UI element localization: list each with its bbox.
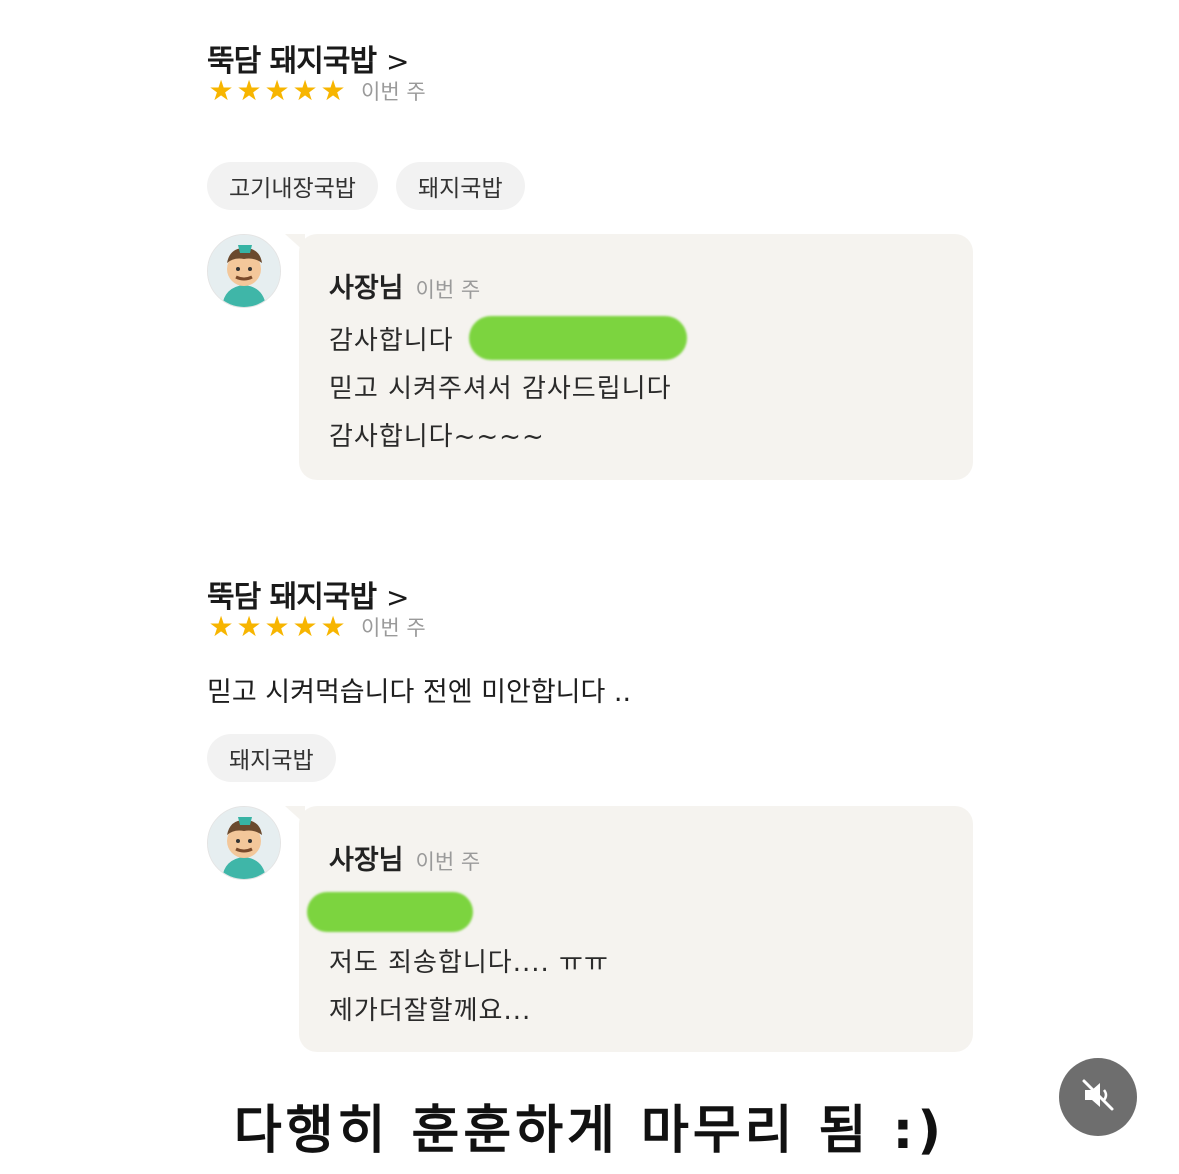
owner-name: 사장님 [329, 845, 404, 876]
menu-tag[interactable]: 돼지국밥 [207, 734, 336, 782]
star-icon: ★ [292, 74, 318, 107]
review-card: 뚝담 돼지국밥 > ★ ★ ★ ★ ★ 이번 주 고기내장국밥 돼지국밥 사장님… [207, 36, 987, 486]
reply-line: 믿고 시켜주셔서 감사드립니다 [329, 374, 672, 404]
reply-bubble: 사장님 이번 주 감사합니다 믿고 시켜주셔서 감사드립니다 감사합니다~~~~ [285, 234, 973, 480]
owner-avatar-icon [207, 806, 281, 880]
star-icon: ★ [320, 610, 346, 643]
menu-tags: 고기내장국밥 돼지국밥 [207, 162, 525, 210]
review-date: 이번 주 [361, 80, 426, 104]
reply-date: 이번 주 [415, 278, 481, 302]
bubble-tail [285, 806, 305, 824]
rating-row: ★ ★ ★ ★ ★ 이번 주 [207, 612, 426, 642]
chevron-right-icon: > [386, 581, 409, 614]
star-icon: ★ [264, 74, 290, 107]
reply-header: 사장님 이번 주 [329, 838, 480, 877]
chevron-right-icon: > [386, 45, 409, 78]
menu-tag[interactable]: 고기내장국밥 [207, 162, 378, 210]
reply-line: 감사합니다 [329, 326, 454, 356]
bubble-tail [285, 234, 305, 252]
review-date: 이번 주 [361, 616, 426, 640]
owner-name: 사장님 [329, 273, 404, 304]
rating-row: ★ ★ ★ ★ ★ 이번 주 [207, 76, 426, 106]
star-icon: ★ [208, 74, 234, 107]
star-icon: ★ [236, 74, 262, 107]
reply-date: 이번 주 [415, 850, 481, 874]
reply-line: 제가더잘할께요... [329, 996, 532, 1026]
overlay-caption: 다행히 훈훈하게 마무리 됨 :) [233, 1101, 946, 1161]
star-icon: ★ [236, 610, 262, 643]
reply-header: 사장님 이번 주 [329, 266, 480, 305]
menu-tags: 돼지국밥 [207, 734, 336, 782]
owner-reply: 사장님 이번 주 감사합니다 믿고 시켜주셔서 감사드립니다 감사합니다~~~~ [207, 234, 977, 480]
reply-line: 감사합니다~~~~ [329, 422, 545, 452]
review-card: 뚝담 돼지국밥 > ★ ★ ★ ★ ★ 이번 주 믿고 시켜먹습니다 전엔 미안합… [207, 572, 987, 1062]
menu-tag[interactable]: 돼지국밥 [395, 162, 525, 210]
owner-avatar-icon [207, 234, 281, 308]
review-text: 믿고 시켜먹습니다 전엔 미안합니다 .. [207, 677, 632, 708]
star-icon: ★ [264, 610, 290, 643]
star-icon: ★ [320, 74, 346, 107]
reply-bubble: 사장님 이번 주 저도 죄송합니다.... ㅠㅠ 제가더잘할께요... [285, 806, 973, 1052]
mute-button[interactable] [1059, 1058, 1137, 1136]
redaction-mark [469, 316, 687, 360]
owner-reply: 사장님 이번 주 저도 죄송합니다.... ㅠㅠ 제가더잘할께요... [207, 806, 977, 1054]
redaction-mark [307, 892, 473, 932]
star-icon: ★ [208, 610, 234, 643]
reply-line: 저도 죄송합니다.... ㅠㅠ [329, 948, 609, 978]
star-rating: ★ ★ ★ ★ ★ [207, 613, 347, 641]
speaker-muted-icon [1078, 1075, 1118, 1119]
star-rating: ★ ★ ★ ★ ★ [207, 77, 347, 105]
star-icon: ★ [292, 610, 318, 643]
